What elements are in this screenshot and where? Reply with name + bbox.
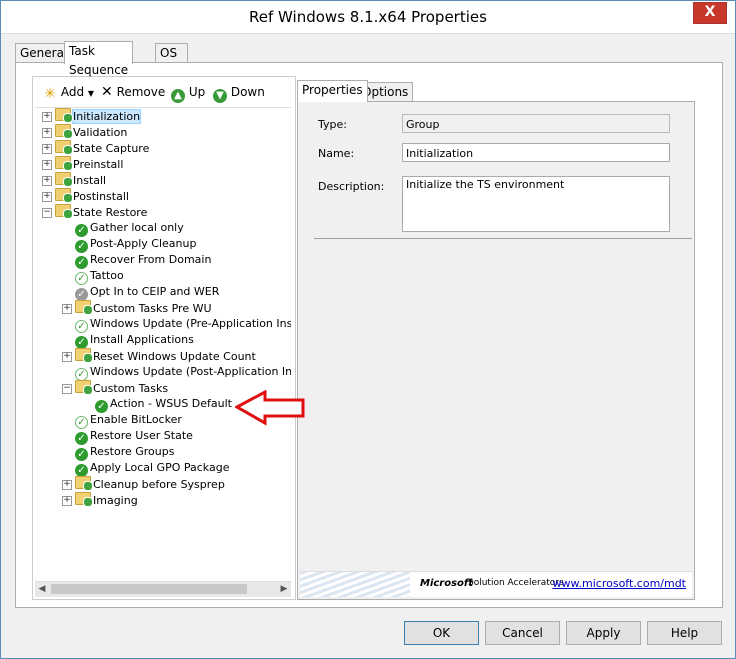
collapse-toggle[interactable]: − [62,384,72,394]
remove-label: Remove [116,85,166,99]
tree-item-imaging[interactable]: Imaging [75,492,138,508]
tree-item-restore-user-state[interactable]: ✓ Restore User State [75,428,193,445]
tab-task-sequence[interactable]: Task Sequence [64,41,134,77]
down-arrow-icon: ▼ [213,89,227,103]
expand-toggle[interactable]: + [62,480,72,490]
tree-item-initialization[interactable]: Initialization [55,108,142,124]
type-field: Group [402,114,670,133]
description-label: Description: [318,180,385,193]
task-sequence-tree: + Initialization + Validation + State Ca… [35,107,291,578]
banner-graphic [300,572,410,597]
sparkle-icon: ✳ [44,86,56,102]
tree-item-preinstall[interactable]: Preinstall [55,156,123,172]
apply-button[interactable]: Apply [566,621,641,645]
expand-toggle[interactable]: + [42,112,52,122]
scrollbar-thumb[interactable] [51,584,247,594]
expand-toggle[interactable]: + [62,496,72,506]
name-label: Name: [318,147,355,160]
properties-window: Ref Windows 8.1.x64 Properties X General… [0,0,736,659]
properties-pane: Type: Group Name: Initialization Descrip… [297,101,695,600]
folder-icon [75,492,93,507]
scroll-right-icon[interactable]: ▶ [277,582,291,597]
expand-toggle[interactable]: + [62,352,72,362]
annotation-arrow-icon [235,390,305,426]
banner-product: Solution Accelerators [468,578,564,588]
help-button[interactable]: Help [647,621,722,645]
window-title: Ref Windows 8.1.x64 Properties [249,8,487,26]
folder-icon [75,380,93,395]
add-button[interactable]: ✳ Add ▼ [43,82,94,102]
expand-toggle[interactable]: + [62,304,72,314]
microsoft-logo: Microsoft [420,578,474,589]
folder-icon [75,300,93,315]
remove-button[interactable]: ✕ Remove [101,82,165,102]
remove-x-icon: ✕ [101,84,113,100]
tree-item-state-capture[interactable]: State Capture [55,140,149,156]
mdt-link[interactable]: www.microsoft.com/mdt [553,577,686,590]
add-label: Add [60,85,85,99]
dropdown-arrow-icon: ▼ [87,89,95,98]
tree-item-tattoo[interactable]: ✓ Tattoo [75,268,124,285]
folder-icon [55,172,73,187]
folder-icon [55,156,73,171]
tree-item-windows-update-post[interactable]: ✓Windows Update (Post-Application Instal… [75,364,291,381]
tree-item-recover-from-domain[interactable]: ✓ Recover From Domain [75,252,211,269]
tab-properties[interactable]: Properties [297,80,368,102]
tree-item-install-applications[interactable]: ✓ Install Applications [75,332,194,349]
ok-button[interactable]: OK [404,621,479,645]
tree-item-cleanup-before-sysprep[interactable]: Cleanup before Sysprep [75,476,225,492]
name-field[interactable]: Initialization [402,143,670,162]
folder-icon [55,124,73,139]
tree-item-post-apply-cleanup[interactable]: ✓ Post-Apply Cleanup [75,236,196,253]
expand-toggle[interactable]: + [42,128,52,138]
toolbar: ✳ Add ▼ ✕ Remove ▲ Up ▼ Down [35,82,293,103]
task-sequence-panel: ✳ Add ▼ ✕ Remove ▲ Up ▼ Down + Initializ… [15,62,723,608]
tree-item-opt-in-ceip[interactable]: ✓ Opt In to CEIP and WER [75,284,219,301]
folder-icon [75,476,93,491]
tree-item-postinstall[interactable]: Postinstall [55,188,129,204]
collapse-toggle[interactable]: − [42,208,52,218]
tree-item-apply-local-gpo[interactable]: ✓ Apply Local GPO Package [75,460,229,477]
solution-accelerators-banner: Microsoft Solution Accelerators www.micr… [300,571,692,597]
tree-item-action-wsus-default[interactable]: ✓ Action - WSUS Default [95,396,232,413]
tree-item-custom-tasks-pre-wu[interactable]: Custom Tasks Pre WU [75,300,212,316]
tree-item-reset-wu-count[interactable]: Reset Windows Update Count [75,348,256,364]
down-label: Down [230,85,265,99]
tree-item-windows-update-pre[interactable]: ✓Windows Update (Pre-Application Install… [75,316,291,333]
up-label: Up [188,85,206,99]
up-button[interactable]: ▲ Up [171,82,206,103]
folder-icon [75,348,93,363]
tree-item-validation[interactable]: Validation [55,124,127,140]
tree-item-restore-groups[interactable]: ✓ Restore Groups [75,444,174,461]
tree-item-custom-tasks[interactable]: Custom Tasks [75,380,168,396]
type-label: Type: [318,118,347,131]
description-field[interactable]: Initialize the TS environment [402,176,670,232]
folder-icon [55,140,73,155]
separator [314,238,692,239]
expand-toggle[interactable]: + [42,192,52,202]
horizontal-scrollbar[interactable]: ◀ ▶ [35,581,291,597]
expand-toggle[interactable]: + [42,160,52,170]
tab-os-info[interactable]: OS Info [155,43,188,79]
folder-icon [55,188,73,203]
tree-item-state-restore[interactable]: State Restore [55,204,147,220]
expand-toggle[interactable]: + [42,176,52,186]
folder-icon [55,108,73,123]
down-button[interactable]: ▼ Down [213,82,265,103]
scroll-left-icon[interactable]: ◀ [35,582,49,597]
tree-item-gather-local-only[interactable]: ✓ Gather local only [75,220,184,237]
title-bar: Ref Windows 8.1.x64 Properties X [1,1,735,34]
tree-item-enable-bitlocker[interactable]: ✓ Enable BitLocker [75,412,182,429]
folder-icon [55,204,73,219]
cancel-button[interactable]: Cancel [485,621,560,645]
expand-toggle[interactable]: + [42,144,52,154]
close-button[interactable]: X [693,2,727,24]
task-sequence-tree-pane: ✳ Add ▼ ✕ Remove ▲ Up ▼ Down + Initializ… [32,76,296,600]
tree-item-install[interactable]: Install [55,172,106,188]
up-arrow-icon: ▲ [171,89,185,103]
